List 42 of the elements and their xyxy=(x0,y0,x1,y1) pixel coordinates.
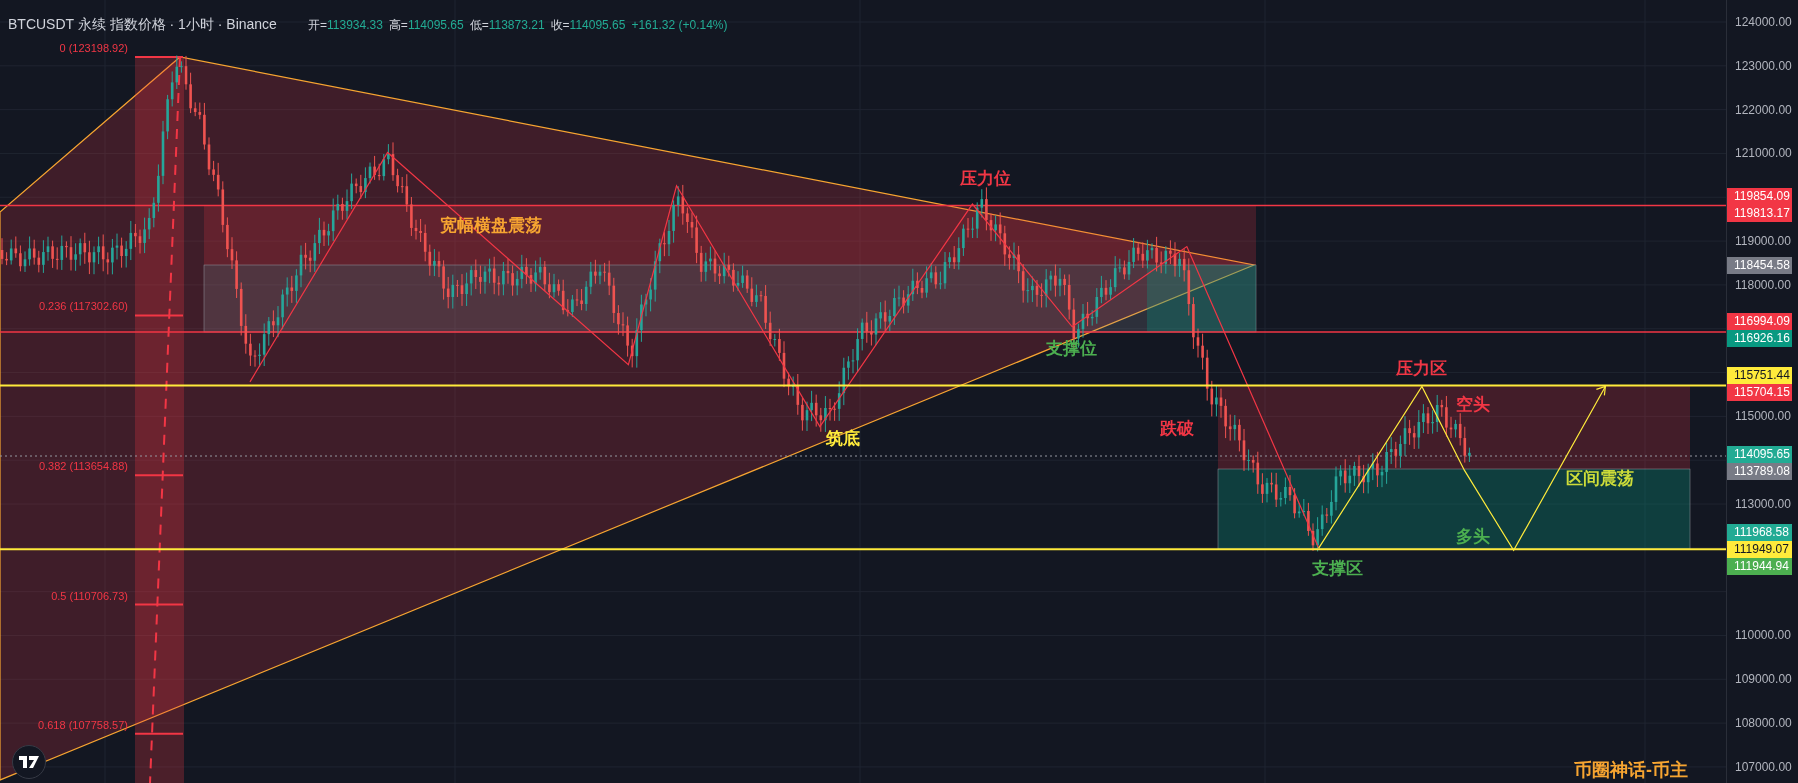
ohlc-value: 低=113873.21 xyxy=(469,17,545,34)
price-badge: 111949.07 xyxy=(1727,541,1792,559)
chart-annotation: 区间震荡 xyxy=(1566,468,1634,490)
price-tick-label: 115000.00 xyxy=(1735,409,1791,424)
fib-level-label: 0.5 (110706.73) xyxy=(51,588,128,604)
chart-annotation: 压力位 xyxy=(960,168,1011,190)
price-change: +161.32 (+0.14%) xyxy=(631,17,728,34)
price-tick-label: 109000.00 xyxy=(1735,672,1792,687)
price-tick-label: 124000.00 xyxy=(1735,15,1792,29)
price-tick-label: 108000.00 xyxy=(1735,716,1792,731)
fib-level-label: 0.382 (113654.88) xyxy=(38,459,128,475)
price-tick-label: 118000.00 xyxy=(1735,277,1791,292)
price-badge: 115751.44 xyxy=(1727,367,1792,385)
chart-annotation: 压力区 xyxy=(1396,358,1447,380)
chart-annotation: 宽幅横盘震荡 xyxy=(440,215,542,237)
price-badge: 111968.58 xyxy=(1727,524,1792,542)
price-tick-label: 122000.00 xyxy=(1735,102,1792,117)
fib-level-label: 0 (123198.92) xyxy=(59,41,128,57)
price-tick-label: 119000.00 xyxy=(1735,234,1791,249)
fib-level-label: 0.236 (117302.60) xyxy=(38,299,128,315)
price-badge: 111944.94 xyxy=(1727,558,1792,576)
chart-annotation: 支撑区 xyxy=(1312,558,1363,580)
ohlc-value: 高=114095.65 xyxy=(388,17,464,34)
ohlc-value: 开=113934.33 xyxy=(308,17,383,34)
price-tick-label: 123000.00 xyxy=(1735,58,1792,73)
price-badge: 118454.58 xyxy=(1727,256,1792,274)
price-tick-label: 121000.00 xyxy=(1735,146,1792,161)
chart-annotation: 多头 xyxy=(1456,526,1490,548)
ohlc-value: 收=114095.65 xyxy=(550,17,626,34)
price-badge: 116926.16 xyxy=(1727,330,1792,348)
price-badge: 116994.09 xyxy=(1727,313,1792,331)
price-badge: 119854.09 xyxy=(1727,187,1792,205)
author-signature: 币圈神话-币主 xyxy=(1574,759,1688,782)
fib-level-label: 0.618 (107758.57) xyxy=(38,717,128,733)
price-tick-label: 110000.00 xyxy=(1735,628,1791,643)
price-tick-label: 107000.00 xyxy=(1735,759,1792,774)
price-badge: 115704.15 xyxy=(1727,384,1792,402)
chart-annotation: 跌破 xyxy=(1160,418,1194,440)
price-tick-label: 113000.00 xyxy=(1735,497,1791,511)
chart-title: BTCUSDT 永续 指数价格 · 1小时 · Binance xyxy=(8,15,277,34)
chart-annotation: 空头 xyxy=(1456,394,1490,416)
price-badge: 114095.65 xyxy=(1727,445,1792,463)
